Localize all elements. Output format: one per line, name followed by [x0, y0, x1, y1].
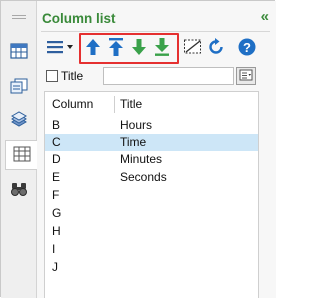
list-row[interactable]: J — [45, 259, 258, 276]
panel-title: Column list — [42, 11, 116, 26]
column-list-pane: Column list « ? Title Column Title B Hou… — [0, 0, 276, 298]
filter-options-button[interactable] — [236, 67, 256, 85]
panel-body: Column list « ? Title Column Title B Hou… — [37, 1, 276, 298]
list-row[interactable]: B Hours — [45, 117, 258, 134]
workbook-sheet-icon — [10, 78, 28, 97]
title-divider — [41, 31, 270, 32]
list-row[interactable]: G — [45, 205, 258, 222]
refresh-icon — [206, 37, 226, 60]
help-glyph: ? — [243, 40, 251, 55]
toggle-hidden-columns-button[interactable] — [182, 35, 204, 61]
filter-row: Title — [37, 66, 276, 86]
row-column: G — [52, 206, 62, 220]
row-title: Time — [120, 135, 147, 149]
rail-navigation-button[interactable] — [4, 37, 34, 67]
list-row[interactable]: F — [45, 187, 258, 204]
navigation-pane-icon — [10, 42, 28, 62]
side-rail — [1, 1, 38, 298]
row-column: I — [52, 242, 56, 256]
row-column: H — [52, 224, 61, 238]
row-column: E — [52, 170, 61, 184]
row-column: F — [52, 188, 60, 202]
rail-grip[interactable] — [12, 15, 26, 19]
row-title: Hours — [120, 118, 153, 132]
filter-list-icon — [239, 69, 253, 84]
autotext-icon — [10, 110, 28, 130]
list-row[interactable]: I — [45, 241, 258, 258]
menu-icon — [45, 39, 75, 58]
list-header: Column Title — [45, 92, 258, 116]
menu-button[interactable] — [43, 35, 77, 61]
rail-workbook-button[interactable] — [4, 72, 34, 102]
row-title: Minutes — [120, 152, 163, 166]
list-row[interactable]: H — [45, 223, 258, 240]
list-row[interactable]: D Minutes — [45, 151, 258, 168]
toggle-hidden-icon — [183, 38, 203, 59]
filter-input[interactable] — [103, 67, 234, 85]
refresh-button[interactable] — [205, 35, 227, 61]
title-checkbox-label: Title — [61, 69, 84, 83]
move-buttons-highlight — [79, 33, 179, 64]
column-separator[interactable] — [114, 96, 115, 113]
rail-find-replace-button[interactable] — [4, 175, 34, 205]
title-checkbox[interactable] — [46, 70, 58, 82]
row-column: J — [52, 260, 58, 274]
column-header[interactable]: Column — [52, 97, 93, 111]
list-row-selected[interactable]: C Time — [45, 134, 258, 151]
row-column: D — [52, 152, 61, 166]
help-button[interactable]: ? — [236, 35, 258, 61]
list-row[interactable]: E Seconds — [45, 169, 258, 186]
collapse-panel-button[interactable]: « — [261, 9, 269, 25]
rail-column-list-button[interactable] — [5, 140, 38, 170]
help-icon: ? — [237, 37, 257, 60]
title-header[interactable]: Title — [120, 97, 142, 111]
row-column: C — [52, 135, 61, 149]
rail-autotext-button[interactable] — [4, 105, 34, 135]
row-column: B — [52, 118, 61, 132]
row-title: Seconds — [120, 170, 167, 184]
find-replace-icon — [10, 181, 28, 200]
column-list: Column Title B Hours C Time D Minutes E … — [44, 91, 259, 298]
column-list-icon — [13, 146, 31, 165]
